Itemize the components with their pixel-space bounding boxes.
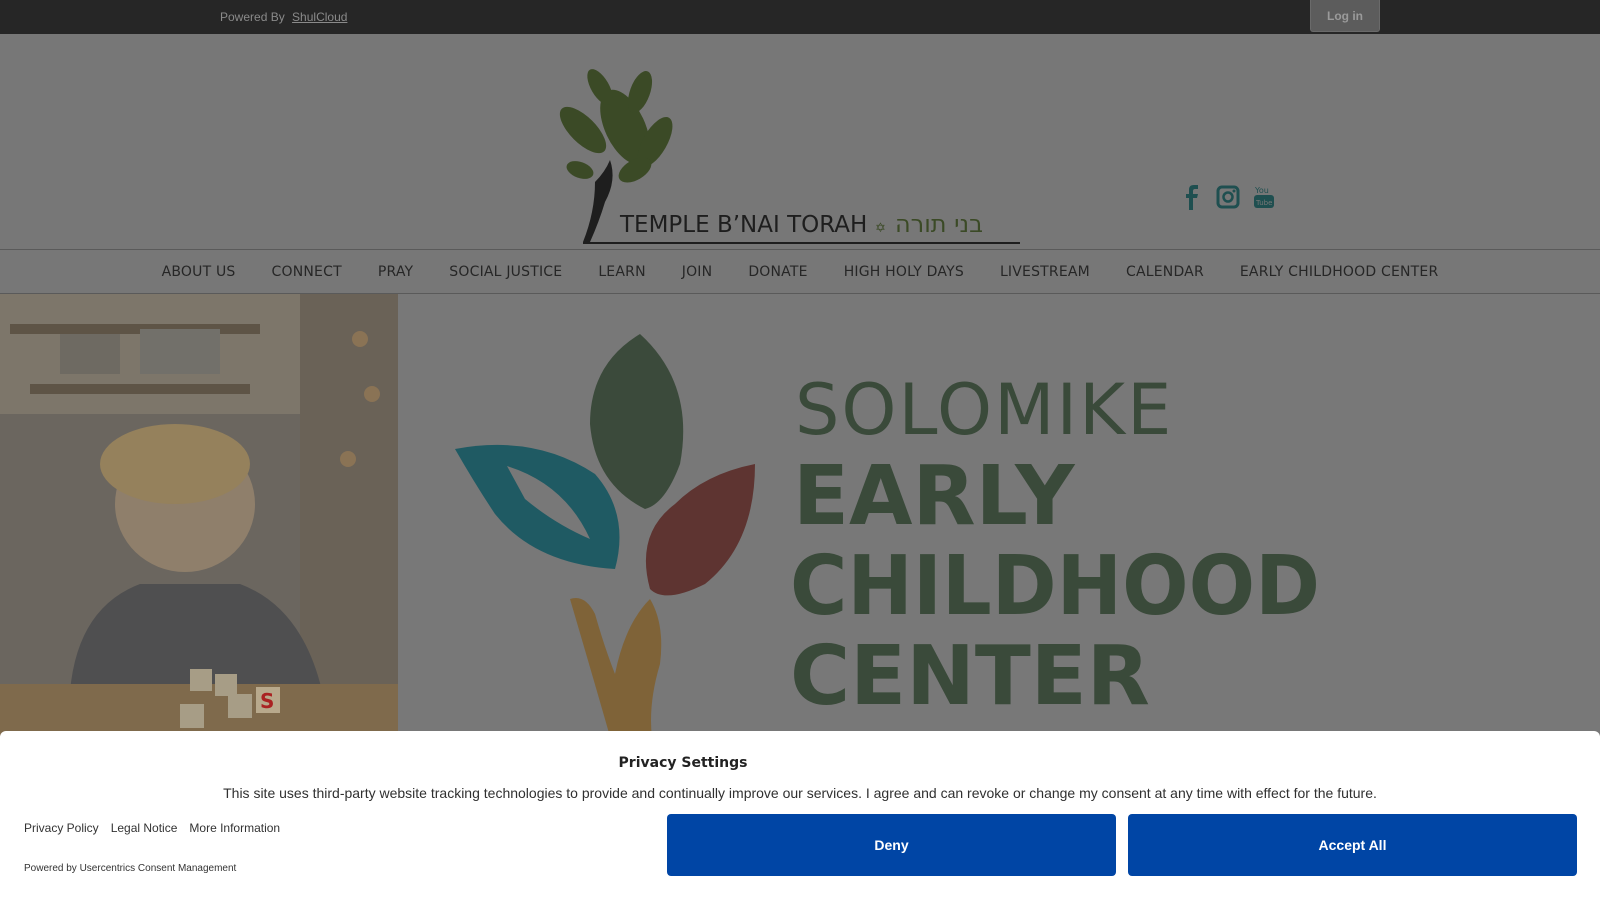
star-icon: ✡ bbox=[875, 221, 886, 236]
nav-item-pray[interactable]: PRAY bbox=[360, 264, 431, 280]
nav-item-donate[interactable]: DONATE bbox=[730, 264, 825, 280]
nav-item-livestream[interactable]: LIVESTREAM bbox=[982, 264, 1108, 280]
instagram-icon[interactable] bbox=[1216, 184, 1240, 210]
facebook-icon[interactable] bbox=[1180, 184, 1204, 210]
nav-item-join[interactable]: JOIN bbox=[664, 264, 731, 280]
nav-item-high-holy-days[interactable]: HIGH HOLY DAYS bbox=[826, 264, 982, 280]
logo-hebrew: בני תורה bbox=[895, 210, 983, 238]
ecc-line1: SOLOMIKE bbox=[795, 369, 1173, 451]
top-utility-bar: Powered By ShulCloud Log in bbox=[0, 0, 1600, 34]
social-links: You Tube bbox=[1180, 184, 1276, 210]
nav-item-connect[interactable]: CONNECT bbox=[254, 264, 360, 280]
svg-text:S: S bbox=[260, 689, 274, 713]
youtube-icon[interactable]: You Tube bbox=[1252, 184, 1276, 210]
consent-powered-by: Powered by Usercentrics Consent Manageme… bbox=[24, 863, 237, 874]
ecc-line4: CENTER bbox=[790, 629, 1150, 724]
privacy-policy-link[interactable]: Privacy Policy bbox=[24, 821, 99, 835]
ecc-line3: CHILDHOOD bbox=[790, 539, 1320, 634]
consent-text: This site uses third-party website track… bbox=[223, 785, 1377, 801]
nav-item-social-justice[interactable]: SOCIAL JUSTICE bbox=[431, 264, 580, 280]
accept-all-button[interactable]: Accept All bbox=[1128, 814, 1577, 876]
nav-item-calendar[interactable]: CALENDAR bbox=[1108, 264, 1222, 280]
login-button[interactable]: Log in bbox=[1310, 0, 1380, 32]
consent-links: Privacy Policy Legal Notice More Informa… bbox=[24, 821, 280, 835]
deny-button[interactable]: Deny bbox=[667, 814, 1116, 876]
nav-item-about-us[interactable]: ABOUT US bbox=[144, 264, 254, 280]
nav-item-learn[interactable]: LEARN bbox=[580, 264, 663, 280]
privacy-consent-banner: Privacy Settings This site uses third-pa… bbox=[0, 731, 1600, 900]
legal-notice-link[interactable]: Legal Notice bbox=[111, 821, 178, 835]
more-information-link[interactable]: More Information bbox=[189, 821, 280, 835]
powered-by: Powered By ShulCloud bbox=[220, 10, 347, 24]
nav-item-early-childhood-center[interactable]: EARLY CHILDHOOD CENTER bbox=[1222, 264, 1457, 280]
powered-by-label: Powered By bbox=[220, 10, 285, 24]
shulcloud-link[interactable]: ShulCloud bbox=[292, 10, 347, 24]
site-header: TEMPLE B’NAI TORAH ✡ בני תורה You Tube bbox=[0, 34, 1600, 249]
svg-text:You: You bbox=[1254, 186, 1269, 195]
main-nav: ABOUT US CONNECT PRAY SOCIAL JUSTICE LEA… bbox=[0, 249, 1600, 294]
child-playing-photo: S bbox=[0, 294, 398, 744]
logo-text: TEMPLE B’NAI TORAH bbox=[619, 212, 867, 238]
temple-logo[interactable]: TEMPLE B’NAI TORAH ✡ בני תורה bbox=[555, 52, 1045, 252]
early-childhood-center-logo: SOLOMIKE EARLY CHILDHOOD CENTER bbox=[455, 334, 1320, 754]
ecc-line2: EARLY bbox=[793, 449, 1076, 544]
consent-title: Privacy Settings bbox=[618, 755, 748, 771]
svg-text:Tube: Tube bbox=[1255, 199, 1272, 207]
